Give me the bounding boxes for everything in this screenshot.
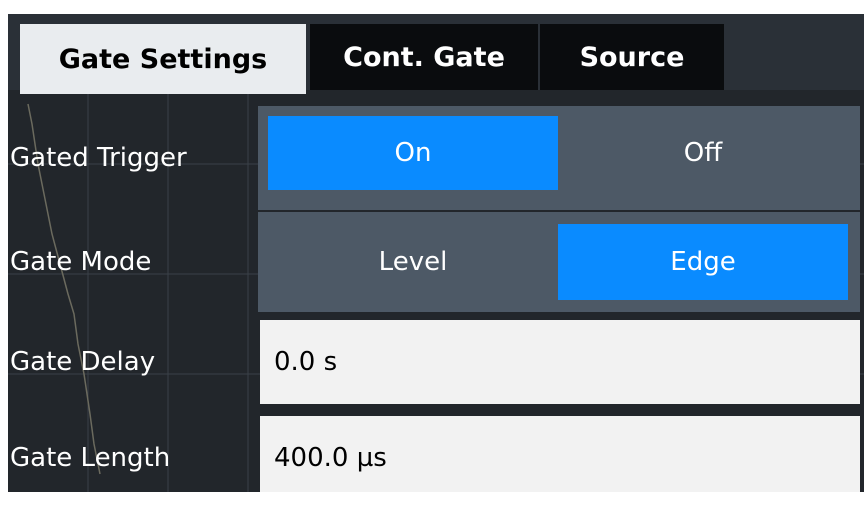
tab-bar: Gate Settings Cont. Gate Source bbox=[8, 14, 864, 94]
gated-trigger-on-button[interactable]: On bbox=[268, 116, 558, 190]
gate-mode-edge-button[interactable]: Edge bbox=[558, 224, 848, 300]
gated-trigger-toggle: On Off bbox=[258, 106, 860, 210]
gate-delay-label: Gate Delay bbox=[10, 347, 156, 377]
tab-gate-settings[interactable]: Gate Settings bbox=[20, 24, 306, 94]
gated-trigger-off-button[interactable]: Off bbox=[558, 116, 848, 190]
gate-mode-level-button[interactable]: Level bbox=[268, 224, 558, 300]
gated-trigger-label: Gated Trigger bbox=[10, 143, 187, 173]
tab-cont-gate[interactable]: Cont. Gate bbox=[310, 24, 538, 90]
gate-length-label: Gate Length bbox=[10, 443, 171, 473]
gate-delay-input[interactable]: 0.0 s bbox=[260, 320, 860, 404]
gate-mode-toggle: Level Edge bbox=[258, 212, 860, 312]
tab-source[interactable]: Source bbox=[540, 24, 724, 90]
gate-settings-dialog: Gate Settings Cont. Gate Source Gated Tr… bbox=[8, 14, 864, 492]
gate-mode-label: Gate Mode bbox=[10, 247, 152, 277]
gate-length-input[interactable]: 400.0 µs bbox=[260, 416, 860, 492]
